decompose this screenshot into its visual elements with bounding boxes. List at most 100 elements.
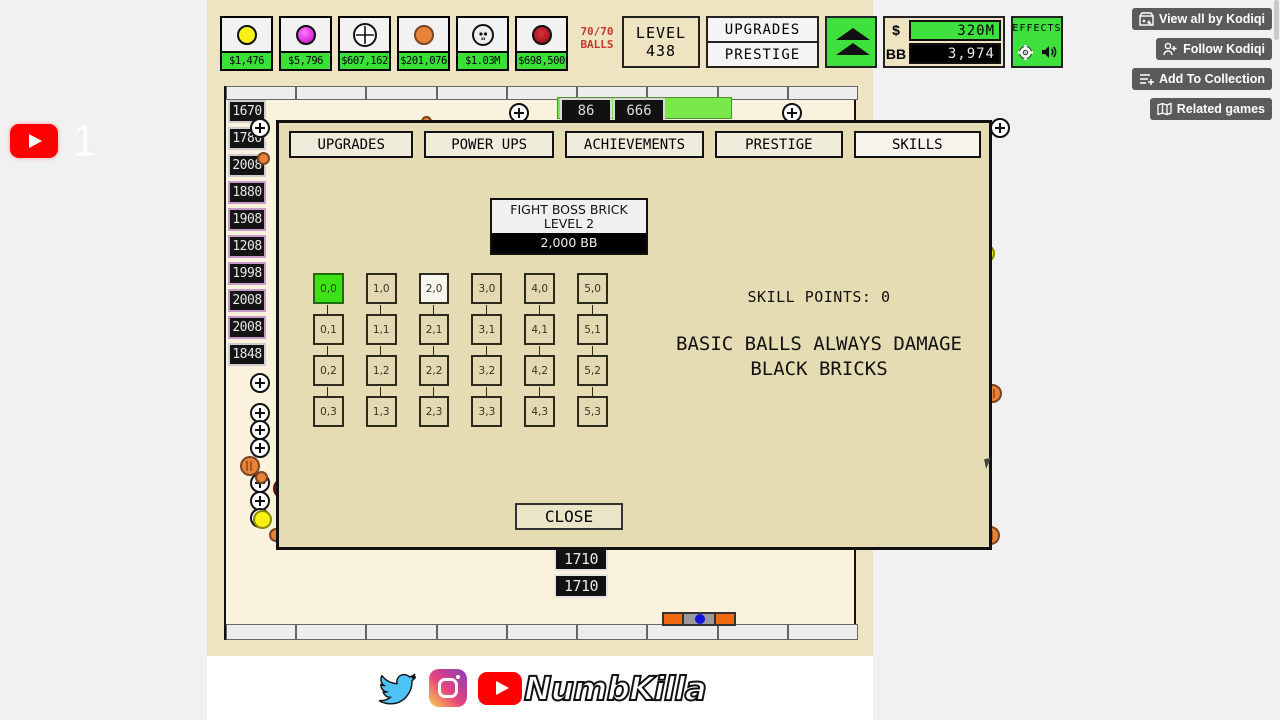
brick: 1998 xyxy=(228,262,266,285)
boost-button[interactable] xyxy=(825,16,877,68)
brick-slot xyxy=(226,86,297,100)
level-value: 438 xyxy=(645,42,677,60)
skill-node-3-3[interactable]: 3,3 xyxy=(471,387,503,427)
orange-striped-ball-icon xyxy=(413,24,434,45)
paddle[interactable] xyxy=(662,612,736,626)
skill-node-4-0[interactable]: 4,0 xyxy=(524,273,556,304)
brick: 2008 xyxy=(228,316,266,339)
fight-boss-brick-button[interactable]: FIGHT BOSS BRICK LEVEL 2 2,000 BB xyxy=(490,198,648,255)
skull-ball-icon xyxy=(471,23,494,46)
subscriber-count: 1 xyxy=(72,115,98,166)
instagram-icon[interactable] xyxy=(426,668,470,708)
ball-yellow xyxy=(253,510,272,529)
brick-slot xyxy=(296,86,367,100)
double-chevron-up-icon xyxy=(836,28,870,40)
ball-type-striped[interactable]: $201,076 xyxy=(397,16,450,71)
ball-icon-slot xyxy=(340,18,389,51)
top-brick-row xyxy=(226,86,858,100)
related-games-button[interactable]: Related games xyxy=(1149,98,1272,120)
skill-node-4-2[interactable]: 4,2 xyxy=(524,346,556,386)
plus-pickup-icon xyxy=(250,420,270,440)
brick: 1208 xyxy=(228,235,266,258)
brick-slot xyxy=(436,86,507,100)
brick-slot xyxy=(296,624,367,640)
skill-node-5-0[interactable]: 5,0 xyxy=(577,273,608,304)
ball-icon-slot xyxy=(281,18,330,51)
plus-pickup-icon xyxy=(250,118,270,138)
close-button[interactable]: CLOSE xyxy=(515,503,623,530)
boss-title-line1: FIGHT BOSS BRICK xyxy=(510,202,628,217)
ball-type-yellow[interactable]: $1,476 xyxy=(220,16,273,71)
youtube-icon[interactable] xyxy=(478,668,523,708)
prestige-button[interactable]: PRESTIGE xyxy=(708,43,817,66)
skill-node-0-2[interactable]: 0,2 xyxy=(313,346,344,386)
modal-tabs: UPGRADES POWER UPS ACHIEVEMENTS PRESTIGE… xyxy=(289,131,981,158)
view-all-by-kodiqi-button[interactable]: View all by Kodiqi xyxy=(1131,8,1272,30)
skill-node-5-2[interactable]: 5,2 xyxy=(577,346,608,386)
skill-points-label: SKILL POINTS: 0 xyxy=(747,288,891,306)
paddle-right-cap xyxy=(714,612,736,626)
skill-node-1-3[interactable]: 1,3 xyxy=(365,387,397,427)
twitter-icon[interactable] xyxy=(374,668,418,708)
tab-skills[interactable]: SKILLS xyxy=(853,131,981,158)
currency-values: 320M 3,974 xyxy=(907,18,1003,66)
skill-description-line: BLACK BRICKS xyxy=(750,358,888,380)
skill-tree-grid: 0,0 1,0 2,0 3,0 4,0 5,0 0,1 1,1 2,1 3,1 4,1 5,1 0,2 1… xyxy=(313,273,608,437)
skill-row: 0,1 1,1 2,1 3,1 4,1 5,1 xyxy=(313,305,608,345)
paddle-center-dot xyxy=(695,614,705,624)
ball xyxy=(255,471,268,484)
skill-node-2-1[interactable]: 2,1 xyxy=(418,305,450,345)
skill-row: 0,2 1,2 2,2 3,2 4,2 5,2 xyxy=(313,346,608,386)
ball-type-skull[interactable]: $1.03M xyxy=(456,16,509,71)
ball-value-striped: $201,076 xyxy=(399,51,448,69)
youtube-overlay: 1 xyxy=(10,118,97,163)
add-to-collection-button[interactable]: Add To Collection xyxy=(1131,68,1272,90)
follow-kodiqi-button[interactable]: Follow Kodiqi xyxy=(1156,38,1272,60)
skill-node-1-0[interactable]: 1,0 xyxy=(365,273,397,304)
brick-slot xyxy=(436,624,507,640)
score-tag: 1710 xyxy=(554,574,608,598)
skill-node-0-3[interactable]: 0,3 xyxy=(313,387,344,427)
ball-type-magenta[interactable]: $5,796 xyxy=(279,16,332,71)
bottom-brick-row xyxy=(226,624,858,640)
skill-node-0-1[interactable]: 0,1 xyxy=(313,305,344,345)
brick-slot xyxy=(717,624,788,640)
speaker-icon[interactable] xyxy=(1037,38,1061,66)
view-all-by-kodiqi-label: View all by Kodiqi xyxy=(1158,12,1265,26)
related-games-label: Related games xyxy=(1176,102,1265,116)
scrollbar-thumb[interactable] xyxy=(1274,0,1279,40)
skill-node-0-0[interactable]: 0,0 xyxy=(313,273,344,304)
skill-node-1-2[interactable]: 1,2 xyxy=(365,346,397,386)
skill-node-2-3[interactable]: 2,3 xyxy=(418,387,450,427)
ball-icon-slot xyxy=(458,18,507,51)
left-brick-column: 1670 1780 2008 1880 1908 1208 1998 2008 2008 1848 xyxy=(228,100,266,370)
money-label: $ xyxy=(892,22,900,38)
ball xyxy=(257,152,270,165)
skills-modal: UPGRADES POWER UPS ACHIEVEMENTS PRESTIGE… xyxy=(276,120,992,550)
tab-prestige[interactable]: PRESTIGE xyxy=(715,131,843,158)
balls-counter-value: 70/70 xyxy=(580,25,614,38)
skill-node-4-3[interactable]: 4,3 xyxy=(524,387,556,427)
ball-type-red[interactable]: $698,500 xyxy=(515,16,568,71)
ball-type-plus[interactable]: $607,162 xyxy=(338,16,391,71)
tab-achievements[interactable]: ACHIEVEMENTS xyxy=(564,131,705,158)
gear-icon[interactable] xyxy=(1013,38,1037,66)
skill-node-3-1[interactable]: 3,1 xyxy=(471,305,503,345)
plus-pickup-icon xyxy=(990,118,1010,138)
skill-node-3-0[interactable]: 3,0 xyxy=(471,273,503,304)
brick-slot xyxy=(787,624,858,640)
brand-name: NumbKilla xyxy=(523,668,708,709)
brick-slot xyxy=(366,624,437,640)
tab-upgrades[interactable]: UPGRADES xyxy=(289,131,414,158)
skill-node-1-1[interactable]: 1,1 xyxy=(365,305,397,345)
skill-node-5-1[interactable]: 5,1 xyxy=(577,305,608,345)
skill-node-4-1[interactable]: 4,1 xyxy=(524,305,556,345)
skill-node-3-2[interactable]: 3,2 xyxy=(471,346,503,386)
skill-node-5-3[interactable]: 5,3 xyxy=(577,387,608,427)
skill-node-2-0[interactable]: 2,0 xyxy=(418,273,450,304)
upgrades-button[interactable]: UPGRADES xyxy=(708,18,817,43)
tab-power-ups[interactable]: POWER UPS xyxy=(424,131,554,158)
page-scrollbar[interactable] xyxy=(1273,0,1280,720)
ball-icon-slot xyxy=(517,18,566,51)
skill-node-2-2[interactable]: 2,2 xyxy=(418,346,450,386)
